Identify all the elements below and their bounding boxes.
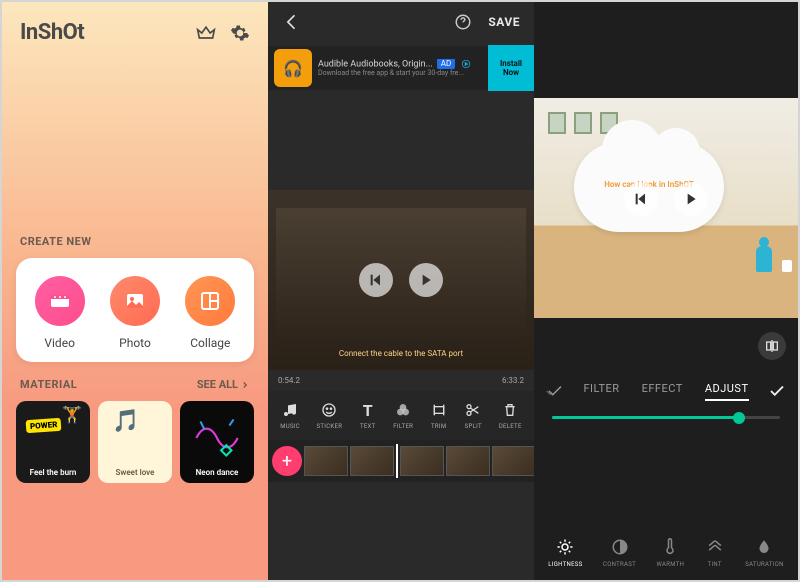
photo-icon: [110, 276, 160, 326]
tool-split[interactable]: SPLIT: [464, 401, 482, 430]
adjust-saturation[interactable]: SATURATION: [745, 537, 783, 568]
ad-banner[interactable]: 🎧 Audible Audiobooks, Origin...AD Downlo…: [268, 46, 534, 90]
adjust-preview[interactable]: How can I look in InShOT: [534, 98, 798, 318]
ad-install-button[interactable]: Install Now: [488, 45, 534, 91]
create-collage-label: Collage: [190, 336, 230, 350]
adjust-lightness[interactable]: LIGHTNESS: [548, 537, 582, 568]
create-video-label: Video: [44, 336, 75, 350]
see-all-button[interactable]: SEE ALL: [197, 378, 250, 391]
tool-filter[interactable]: FILTER: [393, 401, 413, 430]
adjust-slider[interactable]: [552, 416, 780, 419]
material-label: Neon dance: [186, 468, 248, 477]
material-label: Sweet love: [104, 468, 166, 477]
previous-button[interactable]: [624, 182, 658, 216]
adjust-panel: How can I look in InShOT: [534, 2, 798, 580]
app-logo: InShOt: [20, 20, 84, 45]
timeline-clip[interactable]: [304, 446, 348, 476]
time-total: 6:33.2: [502, 376, 524, 385]
material-card-feel-the-burn[interactable]: 🏋 POWER Feel the burn: [16, 401, 90, 483]
create-photo-label: Photo: [119, 336, 151, 350]
material-label: Feel the burn: [22, 468, 84, 477]
add-clip-button[interactable]: +: [272, 446, 302, 476]
editor-panel: SAVE 🎧 Audible Audiobooks, Origin...AD D…: [268, 2, 534, 580]
power-badge: POWER: [26, 418, 62, 433]
confirm-icon[interactable]: [766, 380, 788, 402]
music-note-icon: 🎵: [112, 409, 139, 434]
timeline-clip[interactable]: [492, 446, 536, 476]
tab-adjust[interactable]: ADJUST: [705, 382, 749, 401]
cup-decoration: [782, 260, 792, 272]
preview-caption: Connect the cable to the SATA port: [268, 349, 534, 358]
material-heading: MATERIAL: [20, 378, 77, 391]
neon-icon: [186, 407, 248, 469]
material-card-neon-dance[interactable]: Neon dance: [180, 401, 254, 483]
material-card-sweet-love[interactable]: 🎵 Sweet love: [98, 401, 172, 483]
back-icon[interactable]: [282, 12, 302, 32]
time-current: 0:54.2: [278, 376, 300, 385]
editor-toolbar: MUSIC STICKER TTEXT FILTER TRIM SPLIT DE…: [268, 391, 534, 440]
home-panel: InShOt CREATE NEW Video: [2, 2, 268, 580]
tool-delete[interactable]: DELETE: [499, 401, 522, 430]
adjust-tint[interactable]: TINT: [705, 537, 725, 568]
play-button[interactable]: [409, 263, 443, 297]
timeline-clip[interactable]: [350, 446, 394, 476]
tool-music[interactable]: MUSIC: [280, 401, 300, 430]
tool-sticker[interactable]: STICKER: [317, 401, 343, 430]
help-icon[interactable]: [454, 13, 472, 31]
save-button[interactable]: SAVE: [488, 15, 520, 29]
ad-title: Audible Audiobooks, Origin...AD: [318, 59, 488, 69]
material-row: 🏋 POWER Feel the burn 🎵 Sweet love Neon …: [2, 391, 268, 483]
video-icon: [35, 276, 85, 326]
create-photo-button[interactable]: Photo: [110, 276, 160, 350]
adjust-contrast[interactable]: CONTRAST: [603, 537, 636, 568]
crown-icon[interactable]: [196, 23, 216, 43]
create-new-heading: CREATE NEW: [2, 235, 268, 248]
playhead[interactable]: [396, 444, 398, 478]
adjust-options: LIGHTNESS CONTRAST WARMTH TINT SATURATIO…: [534, 537, 798, 568]
timeline[interactable]: +: [268, 440, 534, 482]
cancel-icon[interactable]: [544, 380, 566, 402]
video-preview[interactable]: Connect the cable to the SATA port: [268, 190, 534, 370]
play-button[interactable]: [674, 182, 708, 216]
tab-group: FILTER EFFECT ADJUST: [566, 382, 766, 401]
adjust-warmth[interactable]: WARMTH: [657, 537, 685, 568]
collage-icon: [185, 276, 235, 326]
timeline-clip[interactable]: [400, 446, 444, 476]
dumbbell-icon: 🏋: [62, 405, 82, 424]
create-collage-button[interactable]: Collage: [185, 276, 235, 350]
tool-trim[interactable]: TRIM: [430, 401, 448, 430]
ad-subtitle: Download the free app & start your 30-da…: [318, 69, 488, 77]
flip-compare-button[interactable]: [758, 332, 786, 360]
audible-icon: 🎧: [274, 49, 312, 87]
tab-filter[interactable]: FILTER: [583, 382, 619, 401]
gear-icon[interactable]: [230, 23, 250, 43]
figurine-decoration: [756, 246, 772, 272]
previous-button[interactable]: [359, 263, 393, 297]
tool-text[interactable]: TTEXT: [359, 401, 377, 430]
timeline-clip[interactable]: [446, 446, 490, 476]
create-new-card: Video Photo Collage: [16, 258, 254, 362]
create-video-button[interactable]: Video: [35, 276, 85, 350]
tab-effect[interactable]: EFFECT: [642, 382, 683, 401]
